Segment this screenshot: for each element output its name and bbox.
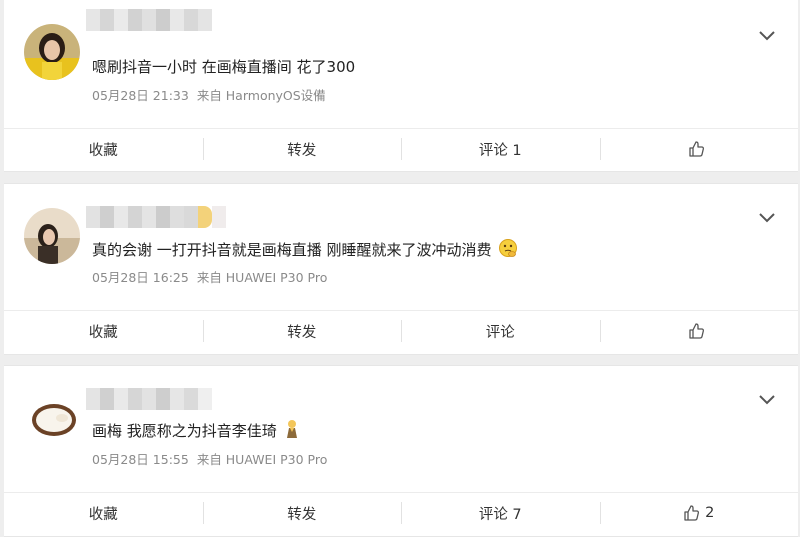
post-source: 来自 HUAWEI P30 Pro bbox=[196, 270, 328, 285]
post-meta: 05月28日 16:25 来自 HUAWEI P30 Pro bbox=[92, 267, 327, 286]
comment-button[interactable]: 评论 1 bbox=[401, 129, 600, 169]
praying-emoji-icon bbox=[286, 420, 297, 438]
like-button[interactable] bbox=[599, 129, 799, 169]
like-count: 2 bbox=[705, 505, 715, 521]
post-card-1: 嗯刷抖音一小时 在画梅直播间 花了300 05月28日 21:33 来自 Harm… bbox=[4, 0, 798, 172]
thumbs-up-icon bbox=[684, 505, 700, 521]
thumbs-up-icon bbox=[689, 141, 704, 157]
favorite-button[interactable]: 收藏 bbox=[4, 129, 203, 169]
post-meta: 05月28日 15:55 来自 HUAWEI P30 Pro bbox=[92, 449, 327, 468]
thumbs-up-icon bbox=[689, 323, 704, 339]
repost-button[interactable]: 转发 bbox=[202, 493, 402, 533]
post-meta: 05月28日 21:33 来自 HarmonyOS设備 bbox=[92, 85, 326, 104]
comment-button[interactable]: 评论 bbox=[401, 311, 600, 351]
like-button[interactable] bbox=[599, 311, 799, 351]
action-bar: 收藏 转发 评论 bbox=[4, 310, 798, 351]
post-text: 真的会谢 一打开抖音就是画梅直播 刚睡醒就来了波冲动消费 bbox=[92, 238, 518, 260]
post-date[interactable]: 05月28日 21:33 bbox=[92, 88, 189, 103]
favorite-button[interactable]: 收藏 bbox=[4, 311, 203, 351]
chevron-down-icon[interactable] bbox=[758, 30, 776, 42]
action-bar: 收藏 转发 评论 7 2 bbox=[4, 492, 798, 533]
repost-button[interactable]: 转发 bbox=[202, 311, 402, 351]
avatar[interactable] bbox=[24, 390, 80, 446]
post-date[interactable]: 05月28日 16:25 bbox=[92, 270, 189, 285]
repost-button[interactable]: 转发 bbox=[202, 129, 402, 169]
post-date[interactable]: 05月28日 15:55 bbox=[92, 452, 189, 467]
chevron-down-icon[interactable] bbox=[758, 212, 776, 224]
post-text: 嗯刷抖音一小时 在画梅直播间 花了300 bbox=[92, 58, 356, 76]
chevron-down-icon[interactable] bbox=[758, 394, 776, 406]
post-source: 来自 HarmonyOS设備 bbox=[196, 88, 326, 103]
action-bar: 收藏 转发 评论 1 bbox=[4, 128, 798, 169]
post-card-3: 画梅 我愿称之为抖音李佳琦 05月28日 15:55 来自 HUAWEI P30 … bbox=[4, 365, 798, 537]
username-blurred[interactable] bbox=[86, 388, 212, 410]
post-text-content: 画梅 我愿称之为抖音李佳琦 bbox=[92, 422, 277, 440]
avatar[interactable] bbox=[24, 24, 80, 80]
username-blurred[interactable] bbox=[86, 9, 212, 31]
post-text-content: 真的会谢 一打开抖音就是画梅直播 刚睡醒就来了波冲动消费 bbox=[92, 241, 492, 259]
favorite-button[interactable]: 收藏 bbox=[4, 493, 203, 533]
avatar[interactable] bbox=[24, 208, 80, 264]
thinking-emoji-icon bbox=[499, 239, 518, 257]
post-source: 来自 HUAWEI P30 Pro bbox=[196, 452, 328, 467]
comment-button[interactable]: 评论 7 bbox=[401, 493, 600, 533]
post-card-2: 真的会谢 一打开抖音就是画梅直播 刚睡醒就来了波冲动消费 05月28日 16:2… bbox=[4, 183, 798, 355]
username-blurred[interactable] bbox=[86, 206, 226, 228]
post-text: 画梅 我愿称之为抖音李佳琦 bbox=[92, 419, 300, 441]
like-button[interactable]: 2 bbox=[599, 493, 799, 533]
